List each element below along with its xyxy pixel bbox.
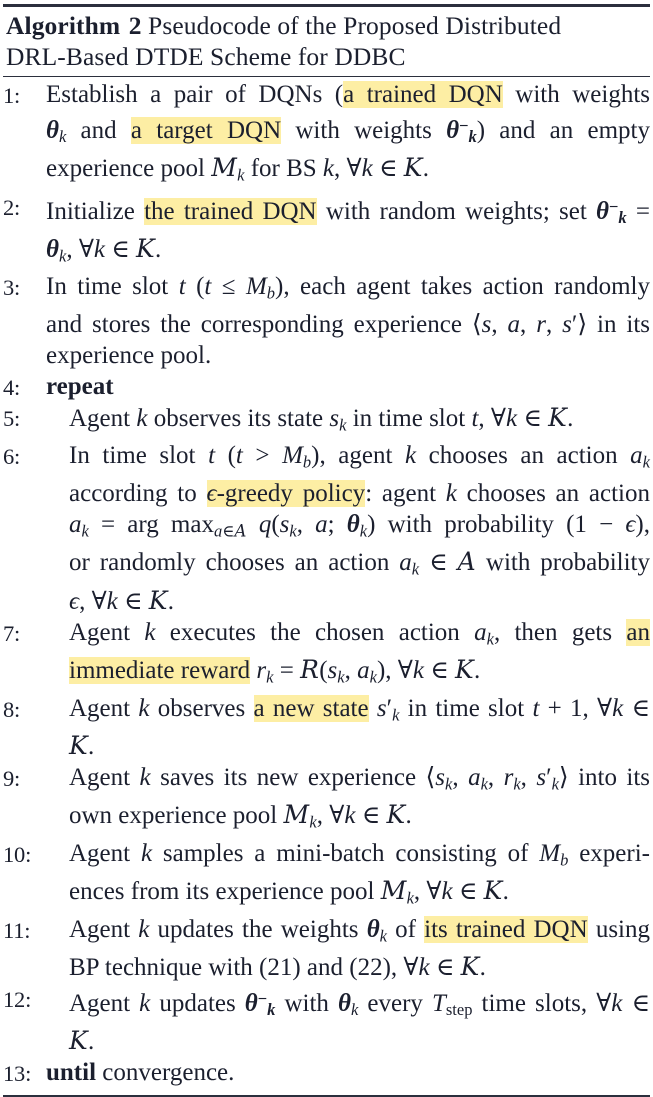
algorithm-title-line1: Pseudocode of the Proposed Distributed (148, 11, 562, 40)
algorithm-title-line2: DRL-Based DTDE Scheme for DDBC (6, 42, 406, 71)
algorithm-step: 1: Establish a pair of DQNs (a trained D… (3, 79, 650, 191)
step-body: Agent k saves its new experience ⟨sk, ak… (69, 764, 651, 832)
algorithm-number: 2 (128, 11, 142, 40)
step-body: Agent k observes a new state s′k in time… (69, 694, 651, 760)
algorithm-step: 13: until convergence. (3, 1057, 650, 1088)
step-body: until convergence. (46, 1057, 650, 1088)
step-number: 8: (3, 696, 21, 722)
highlight-epsilon-greedy-policy: ϵ-greedy policy (206, 479, 366, 507)
algorithm-step: 12: Agent k updates θ−k with θk every Ts… (3, 983, 650, 1057)
step-number: 3: (3, 275, 21, 301)
step-number: 6: (3, 444, 21, 470)
highlight-an-immediate-reward-b: immediate reward (69, 657, 251, 685)
step-keyword-until: until (46, 1059, 97, 1087)
step-number: 9: (3, 766, 21, 791)
step-number: 2: (3, 194, 21, 220)
step-number: 7: (3, 620, 21, 646)
step-body: Agent k updates θ−k with θk every Tstep … (69, 988, 650, 1056)
algorithm-step: 2: Initialize the trained DQN with rando… (3, 191, 650, 272)
algorithm-step: 9: Agent k saves its new experience ⟨sk,… (3, 762, 650, 838)
algorithm-step: 5: Agent k observes its state sk in time… (3, 402, 650, 440)
step-body: Agent k executes the chosen action ak, t… (69, 618, 650, 687)
step-body: In time slot t (t > Mb), agent k chooses… (69, 442, 650, 615)
step-number: 12: (3, 986, 32, 1012)
step-number: 10: (3, 841, 32, 867)
step-body: Initialize the trained DQN with random w… (46, 196, 650, 266)
step-number: 13: (3, 1061, 32, 1087)
algorithm-block: Algorithm 2 Pseudocode of the Proposed D… (0, 4, 653, 1097)
algorithm-step: 8: Agent k observes a new state s′k in t… (3, 693, 650, 762)
highlight-its-trained-dqn: its trained DQN (424, 915, 588, 943)
algorithm-step: 3: In time slot t (t ≤ Mb), each agent t… (3, 271, 650, 371)
algorithm-step: 6: In time slot t (t > Mb), agent k choo… (3, 440, 650, 616)
step-body: Agent k updates the weights θk of its tr… (69, 915, 650, 981)
step-number: 1: (3, 83, 21, 108)
algorithm-step: 10: Agent k samples a mini-batch consist… (3, 838, 650, 914)
step-number: 5: (3, 406, 21, 432)
algorithm-step: 4: repeat (3, 371, 650, 402)
step-number: 11: (3, 917, 31, 943)
step-keyword-repeat: repeat (46, 373, 114, 400)
step-number: 4: (3, 375, 21, 400)
step-body: In time slot t (t ≤ Mb), each agent take… (46, 273, 651, 369)
algorithm-step: 11: Agent k updates the weights θk of it… (3, 914, 650, 983)
highlight-an-immediate-reward-a: an (626, 618, 650, 646)
step-body: Agent k samples a mini-batch consisting … (69, 839, 650, 908)
step-body: repeat (46, 371, 650, 402)
step-body: Establish a pair of DQNs (a trained DQN … (46, 81, 650, 185)
highlight-the-trained-dqn: the trained DQN (144, 197, 317, 225)
algorithm-keyword: Algorithm (6, 11, 121, 40)
step-body: Agent k observes its state sk in time sl… (69, 403, 574, 435)
algorithm-step: 7: Agent k executes the chosen action ak… (3, 617, 650, 693)
step-until-rest: convergence. (102, 1059, 235, 1087)
highlight-a-trained-dqn: a trained DQN (343, 81, 503, 108)
highlight-a-target-dqn: a target DQN (130, 117, 282, 145)
highlight-a-new-state: a new state (253, 694, 369, 722)
algorithm-steps: 1: Establish a pair of DQNs (a trained D… (3, 77, 650, 1088)
algorithm-title: Algorithm 2 Pseudocode of the Proposed D… (3, 7, 650, 74)
